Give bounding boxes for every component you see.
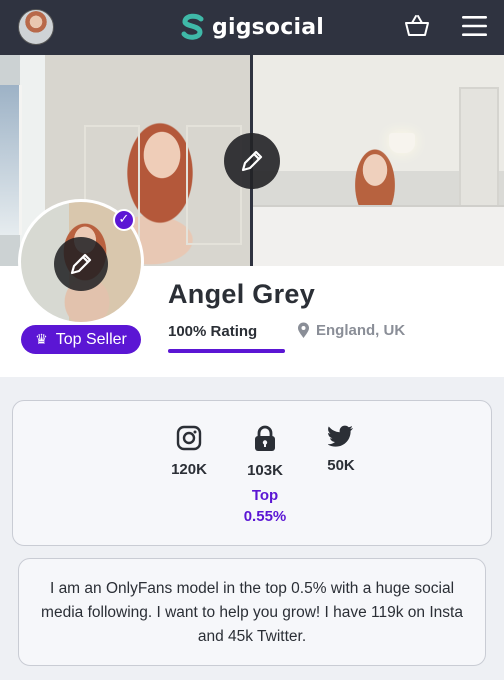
pencil-icon	[241, 150, 263, 172]
lamp-decor	[389, 133, 415, 153]
location-text: England, UK	[316, 322, 406, 339]
twitter-icon	[328, 425, 353, 447]
sofa-decor	[253, 205, 504, 266]
onlyfans-stat[interactable]: 103K Top 0.55%	[235, 425, 295, 527]
hamburger-menu-icon[interactable]	[462, 15, 487, 37]
verified-check-icon: ✓	[113, 209, 135, 231]
profile-avatar-wrap: ✓	[18, 199, 144, 325]
cover-photo-right	[253, 55, 504, 266]
edit-cover-button[interactable]	[224, 133, 280, 189]
bio-card: I am an OnlyFans model in the top 0.5% w…	[18, 558, 486, 666]
bio-text: I am an OnlyFans model in the top 0.5% w…	[41, 580, 463, 645]
rating-label: 100% Rating	[168, 323, 258, 340]
instagram-icon	[176, 425, 202, 451]
onlyfans-subscribers: 103K	[247, 462, 283, 479]
instagram-stat[interactable]: 120K	[159, 425, 219, 478]
profile-name: Angel Grey	[168, 279, 316, 309]
pencil-icon	[70, 253, 92, 275]
basket-icon[interactable]	[404, 14, 430, 38]
lock-icon	[255, 425, 275, 451]
door-decor	[459, 87, 499, 207]
top-seller-badge: ♛ Top Seller	[21, 325, 141, 354]
brand-name: gigsocial	[212, 14, 325, 40]
twitter-stat[interactable]: 50K	[311, 425, 371, 474]
top-nav-bar: gigsocial	[0, 0, 504, 55]
rating-bar	[168, 349, 285, 353]
top-label: Top	[251, 487, 279, 504]
edit-avatar-button[interactable]	[54, 237, 108, 291]
top-value: 0.55%	[243, 508, 287, 525]
onlyfans-top-percent: Top 0.55%	[235, 485, 295, 527]
instagram-followers: 120K	[171, 461, 207, 478]
rating-bar-fill	[168, 349, 285, 353]
top-seller-label: Top Seller	[55, 330, 127, 348]
social-stats-card: 120K 103K Top 0.55% 50K	[12, 400, 492, 546]
user-avatar[interactable]	[18, 9, 54, 45]
crown-icon: ♛	[35, 331, 48, 347]
location: England, UK	[297, 322, 405, 339]
location-pin-icon	[298, 322, 309, 338]
twitter-followers: 50K	[327, 457, 355, 474]
brand-logo[interactable]: gigsocial	[180, 11, 324, 43]
gigsocial-logo-icon	[181, 13, 204, 40]
